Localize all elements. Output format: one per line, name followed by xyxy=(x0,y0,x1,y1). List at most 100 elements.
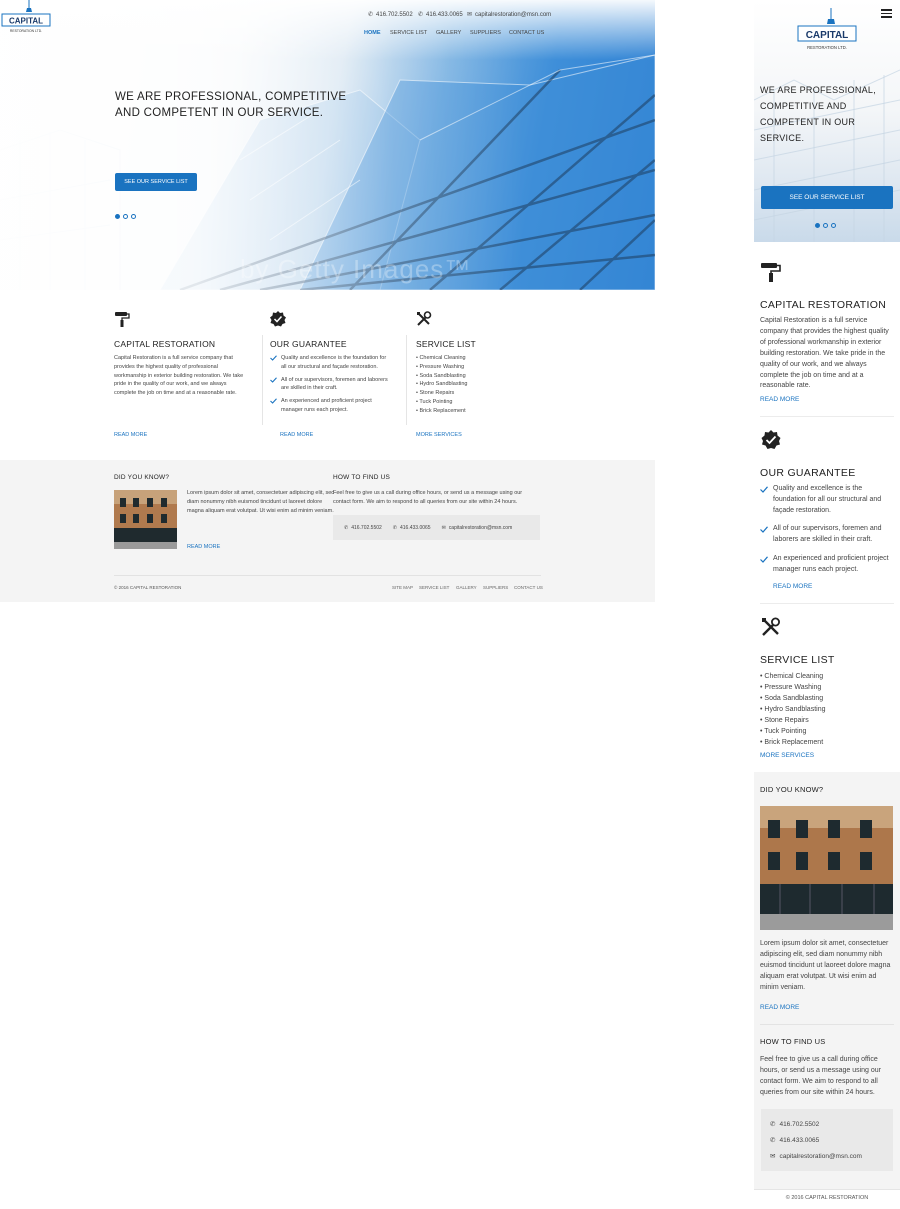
envelope-icon: ✉ xyxy=(467,12,473,18)
service-item: • Brick Replacement xyxy=(760,739,824,746)
header-email[interactable]: ✉ capitalrestoration@msn.com xyxy=(467,11,551,19)
service-item: • Tuck Pointing xyxy=(416,398,453,405)
mobile-hero: CAPITAL RESTORATION LTD. WE ARE PROFESSI… xyxy=(754,0,900,242)
column-divider xyxy=(262,335,263,425)
did-you-know-read-more[interactable]: READ MORE xyxy=(187,544,220,550)
read-more-link[interactable]: READ MORE xyxy=(760,396,799,403)
find-us-title: HOW TO FIND US xyxy=(760,1037,826,1046)
footer-link-suppliers[interactable]: SUPPLIERS xyxy=(483,585,508,590)
did-you-know-title: DID YOU KNOW? xyxy=(760,785,824,794)
read-more-link[interactable]: READ MORE xyxy=(280,432,313,438)
did-you-know-read-more[interactable]: READ MORE xyxy=(760,1004,799,1011)
mobile-layout: CAPITAL RESTORATION LTD. WE ARE PROFESSI… xyxy=(754,0,900,1209)
contact-email[interactable]: ✉ capitalrestoration@msn.com xyxy=(442,525,513,531)
envelope-icon: ✉ xyxy=(770,1153,776,1160)
slider-dot[interactable] xyxy=(823,223,828,228)
image-watermark: by Getty Images™ xyxy=(240,254,472,284)
contact-email[interactable]: ✉ capitalrestoration@msn.com xyxy=(770,1152,862,1161)
service-items: • Chemical Cleaning • Pressure Washing •… xyxy=(760,671,896,748)
find-us-body: Feel free to give us a call during offic… xyxy=(760,1056,882,1096)
service-item: • Chemical Cleaning xyxy=(416,355,466,361)
footer-divider xyxy=(114,575,541,576)
more-services-link[interactable]: MORE SERVICES xyxy=(760,752,814,759)
feature-title: SERVICE LIST xyxy=(760,654,835,666)
info-band: DID YOU KNOW? Lorem ipsum dolor sit amet… xyxy=(0,460,655,602)
section-divider xyxy=(760,603,894,604)
slider-dots xyxy=(115,214,136,219)
contact-phone-2[interactable]: ✆ 416.433.0065 xyxy=(393,525,431,531)
find-us-body: Feel free to give us a call during offic… xyxy=(333,490,523,505)
service-item: • Pressure Washing xyxy=(760,684,822,691)
guarantee-point: An experienced and proficient project ma… xyxy=(270,397,392,415)
desktop-layout: CAPITAL RESTORATION LTD. ✆ 416.702.5502 ✆… xyxy=(0,0,655,602)
footer-link-gallery[interactable]: GALLERY xyxy=(456,585,477,590)
feature-our-guarantee: OUR GUARANTEE Quality and excellence is … xyxy=(760,430,896,576)
feature-our-guarantee: OUR GUARANTEE Quality and excellence is … xyxy=(270,311,392,446)
did-you-know-body: Lorem ipsum dolor sit amet, consectetuer… xyxy=(760,940,891,991)
footer-link-contact-us[interactable]: CONTACT US xyxy=(514,585,543,590)
company-logo[interactable]: CAPITAL RESTORATION LTD. xyxy=(0,0,52,36)
section-divider xyxy=(760,416,894,417)
nav-suppliers[interactable]: SUPPLIERS xyxy=(470,30,501,36)
slider-dot[interactable] xyxy=(115,214,120,219)
check-icon xyxy=(760,526,768,534)
read-more-link[interactable]: READ MORE xyxy=(773,583,812,590)
slider-dot[interactable] xyxy=(831,223,836,228)
check-icon xyxy=(270,355,277,361)
nav-home[interactable]: HOME xyxy=(364,30,381,36)
see-service-list-button[interactable]: SEE OUR SERVICE LIST xyxy=(115,173,197,191)
feature-body: Capital Restoration is a full service co… xyxy=(760,317,889,390)
service-item: • Soda Sandblasting xyxy=(760,695,824,702)
service-item: • Hydro Sandblasting xyxy=(416,381,468,388)
guarantee-point: An experienced and proficient project ma… xyxy=(760,554,896,576)
footer-link-site-map[interactable]: SITE MAP xyxy=(392,585,413,590)
feature-title: CAPITAL RESTORATION xyxy=(114,339,216,349)
paint-roller-icon xyxy=(115,312,130,327)
feature-title: OUR GUARANTEE xyxy=(270,339,347,349)
logo-main-text: CAPITAL xyxy=(806,30,849,41)
contact-phone-2[interactable]: ✆ 416.433.0065 xyxy=(770,1136,819,1145)
did-you-know-title: DID YOU KNOW? xyxy=(114,474,170,481)
guarantee-point: Quality and excellence is the foundation… xyxy=(760,484,896,516)
service-item: • Hydro Sandblasting xyxy=(760,706,826,713)
service-item: • Soda Sandblasting xyxy=(416,372,466,379)
company-logo[interactable]: CAPITAL RESTORATION LTD. xyxy=(796,8,858,54)
contact-phone-1[interactable]: ✆ 416.702.5502 xyxy=(344,525,382,531)
phone-icon: ✆ xyxy=(368,12,374,18)
service-item: • Tuck Pointing xyxy=(760,728,807,735)
phone-icon: ✆ xyxy=(418,12,424,18)
see-service-list-button[interactable]: SEE OUR SERVICE LIST xyxy=(761,186,893,209)
feature-capital-restoration: CAPITAL RESTORATION Capital Restoration … xyxy=(114,311,244,446)
check-icon xyxy=(760,556,768,563)
logo-sub-text: RESTORATION LTD. xyxy=(807,45,847,50)
paint-roller-icon xyxy=(761,263,781,282)
hero-title: WE ARE PROFESSIONAL, COMPETITIVE AND COM… xyxy=(760,85,877,143)
footer-copyright: © 2016 CAPITAL RESTORATION xyxy=(754,1189,900,1209)
feature-body: Capital Restoration is a full service co… xyxy=(114,355,244,397)
slider-dot[interactable] xyxy=(123,214,128,219)
service-item: • Stone Repairs xyxy=(760,717,809,724)
footer-link-service-list[interactable]: SERVICE LIST xyxy=(419,585,449,590)
header-phone-2[interactable]: ✆ 416.433.0065 xyxy=(418,11,463,19)
more-services-link[interactable]: MORE SERVICES xyxy=(416,432,462,438)
nav-service-list[interactable]: SERVICE LIST xyxy=(390,30,427,36)
service-item: • Pressure Washing xyxy=(416,363,465,370)
contact-phone-1[interactable]: ✆ 416.702.5502 xyxy=(770,1120,819,1129)
header-phone-1[interactable]: ✆ 416.702.5502 xyxy=(368,11,413,19)
feature-title: OUR GUARANTEE xyxy=(760,467,856,479)
nav-gallery[interactable]: GALLERY xyxy=(436,30,461,36)
check-icon xyxy=(270,398,277,404)
slider-dot[interactable] xyxy=(131,214,136,219)
hero-title: WE ARE PROFESSIONAL, COMPETITIVE AND COM… xyxy=(115,91,347,119)
footer-copyright: © 2016 CAPITAL RESTORATION xyxy=(114,585,182,590)
nav-contact-us[interactable]: CONTACT US xyxy=(509,30,544,36)
read-more-link[interactable]: READ MORE xyxy=(114,432,147,438)
logo-sub-text: RESTORATION LTD. xyxy=(10,29,42,33)
tools-icon xyxy=(417,311,432,326)
phone-icon: ✆ xyxy=(344,524,349,531)
slider-dot[interactable] xyxy=(815,223,820,228)
phone-icon: ✆ xyxy=(392,524,397,531)
service-item: • Stone Repairs xyxy=(416,390,455,397)
hamburger-menu-icon[interactable] xyxy=(881,9,892,18)
contact-box: ✆ 416.702.5502 ✆ 416.433.0065 ✉ capitalrest… xyxy=(761,1109,893,1171)
